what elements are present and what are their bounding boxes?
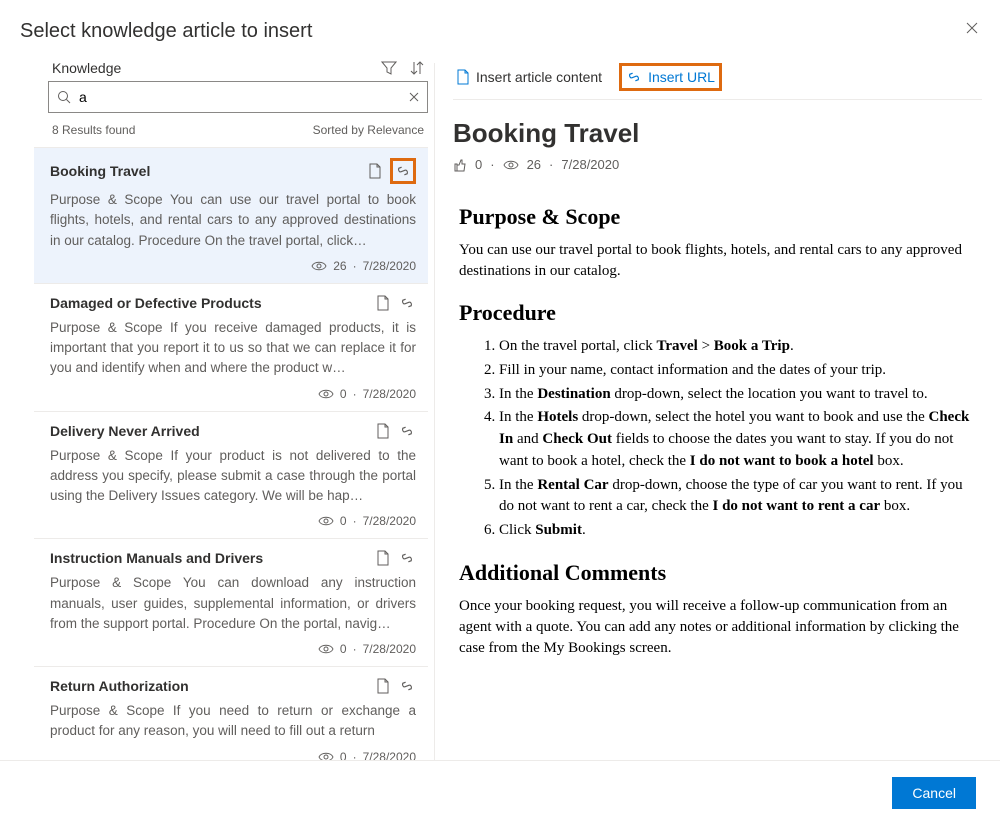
insert-content-icon[interactable] [374, 422, 392, 440]
cancel-button[interactable]: Cancel [892, 777, 976, 809]
result-item[interactable]: Instruction Manuals and Drivers Purpose &… [34, 539, 428, 667]
h-procedure: Procedure [459, 300, 976, 326]
p-purpose: You can use our travel portal to book fl… [459, 240, 976, 282]
search-input-wrap[interactable] [48, 81, 428, 113]
sort-icon[interactable] [408, 59, 426, 77]
views-icon [311, 260, 327, 272]
result-date: 7/28/2020 [363, 750, 416, 761]
views-icon [318, 751, 334, 761]
insert-url-icon[interactable] [398, 549, 416, 567]
result-views: 0 [340, 750, 347, 761]
result-item[interactable]: Booking Travel Purpose & Scope You can us… [34, 148, 428, 284]
highlight-insert-url: Insert URL [619, 63, 722, 91]
result-title: Return Authorization [50, 678, 189, 694]
result-date: 7/28/2020 [363, 642, 416, 656]
result-views: 0 [340, 642, 347, 656]
document-icon [456, 69, 470, 85]
highlight-insert-url-row [390, 158, 416, 184]
article-preview-panel: Insert article content Insert URL Bookin… [435, 53, 1000, 760]
result-views: 0 [340, 387, 347, 401]
insert-content-icon[interactable] [374, 294, 392, 312]
thumb-up-icon[interactable] [453, 158, 467, 172]
views-icon [318, 388, 334, 400]
views-count: 26 [527, 157, 541, 172]
result-title: Delivery Never Arrived [50, 423, 200, 439]
tab-insert-content[interactable]: Insert article content [453, 67, 605, 87]
result-date: 7/28/2020 [363, 259, 416, 273]
search-input[interactable] [77, 88, 399, 106]
insert-url-icon[interactable] [394, 162, 412, 180]
result-title: Instruction Manuals and Drivers [50, 550, 263, 566]
insert-content-icon[interactable] [366, 162, 384, 180]
result-title: Damaged or Defective Products [50, 295, 262, 311]
article-date: 7/28/2020 [561, 157, 619, 172]
result-date: 7/28/2020 [363, 514, 416, 528]
views-icon [318, 515, 334, 527]
views-icon [503, 159, 519, 171]
h-additional: Additional Comments [459, 560, 976, 586]
tab-insert-url[interactable]: Insert URL [623, 67, 718, 87]
modal-title: Select knowledge article to insert [20, 20, 312, 43]
insert-url-icon[interactable] [398, 677, 416, 695]
sort-label: Sorted by Relevance [313, 123, 424, 137]
knowledge-panel: Knowledge 8 Results found Sorted by Rele… [48, 53, 428, 760]
result-item[interactable]: Delivery Never Arrived Purpose & Scope If… [34, 412, 428, 540]
insert-url-icon[interactable] [398, 422, 416, 440]
result-item[interactable]: Damaged or Defective Products Purpose & S… [34, 284, 428, 412]
close-icon[interactable] [964, 20, 980, 36]
result-title: Booking Travel [50, 163, 150, 179]
article-body: Purpose & Scope You can use our travel p… [435, 176, 1000, 677]
result-snippet: Purpose & Scope If you need to return or… [50, 701, 416, 742]
insert-content-icon[interactable] [374, 549, 392, 567]
tab-insert-content-label: Insert article content [476, 69, 602, 85]
procedure-list: On the travel portal, click Travel > Boo… [459, 336, 976, 542]
search-icon [57, 90, 71, 104]
likes-count: 0 [475, 157, 482, 172]
result-views: 26 [333, 259, 346, 273]
h-purpose: Purpose & Scope [459, 204, 976, 230]
link-icon [626, 70, 642, 84]
results-count: 8 Results found [52, 123, 135, 137]
result-date: 7/28/2020 [363, 387, 416, 401]
result-item[interactable]: Return Authorization Purpose & Scope If y… [34, 667, 428, 760]
tab-insert-url-label: Insert URL [648, 69, 715, 85]
views-icon [318, 643, 334, 655]
insert-url-icon[interactable] [398, 294, 416, 312]
results-list[interactable]: Booking Travel Purpose & Scope You can us… [34, 147, 428, 760]
result-snippet: Purpose & Scope You can use our travel p… [50, 190, 416, 251]
knowledge-heading: Knowledge [52, 60, 121, 76]
result-snippet: Purpose & Scope If your product is not d… [50, 446, 416, 507]
result-snippet: Purpose & Scope You can download any ins… [50, 573, 416, 634]
p-additional: Once your booking request, you will rece… [459, 596, 976, 659]
filter-icon[interactable] [380, 59, 398, 77]
insert-content-icon[interactable] [374, 677, 392, 695]
result-views: 0 [340, 514, 347, 528]
clear-search-icon[interactable] [409, 92, 419, 102]
article-title: Booking Travel [453, 118, 982, 149]
result-snippet: Purpose & Scope If you receive damaged p… [50, 318, 416, 379]
